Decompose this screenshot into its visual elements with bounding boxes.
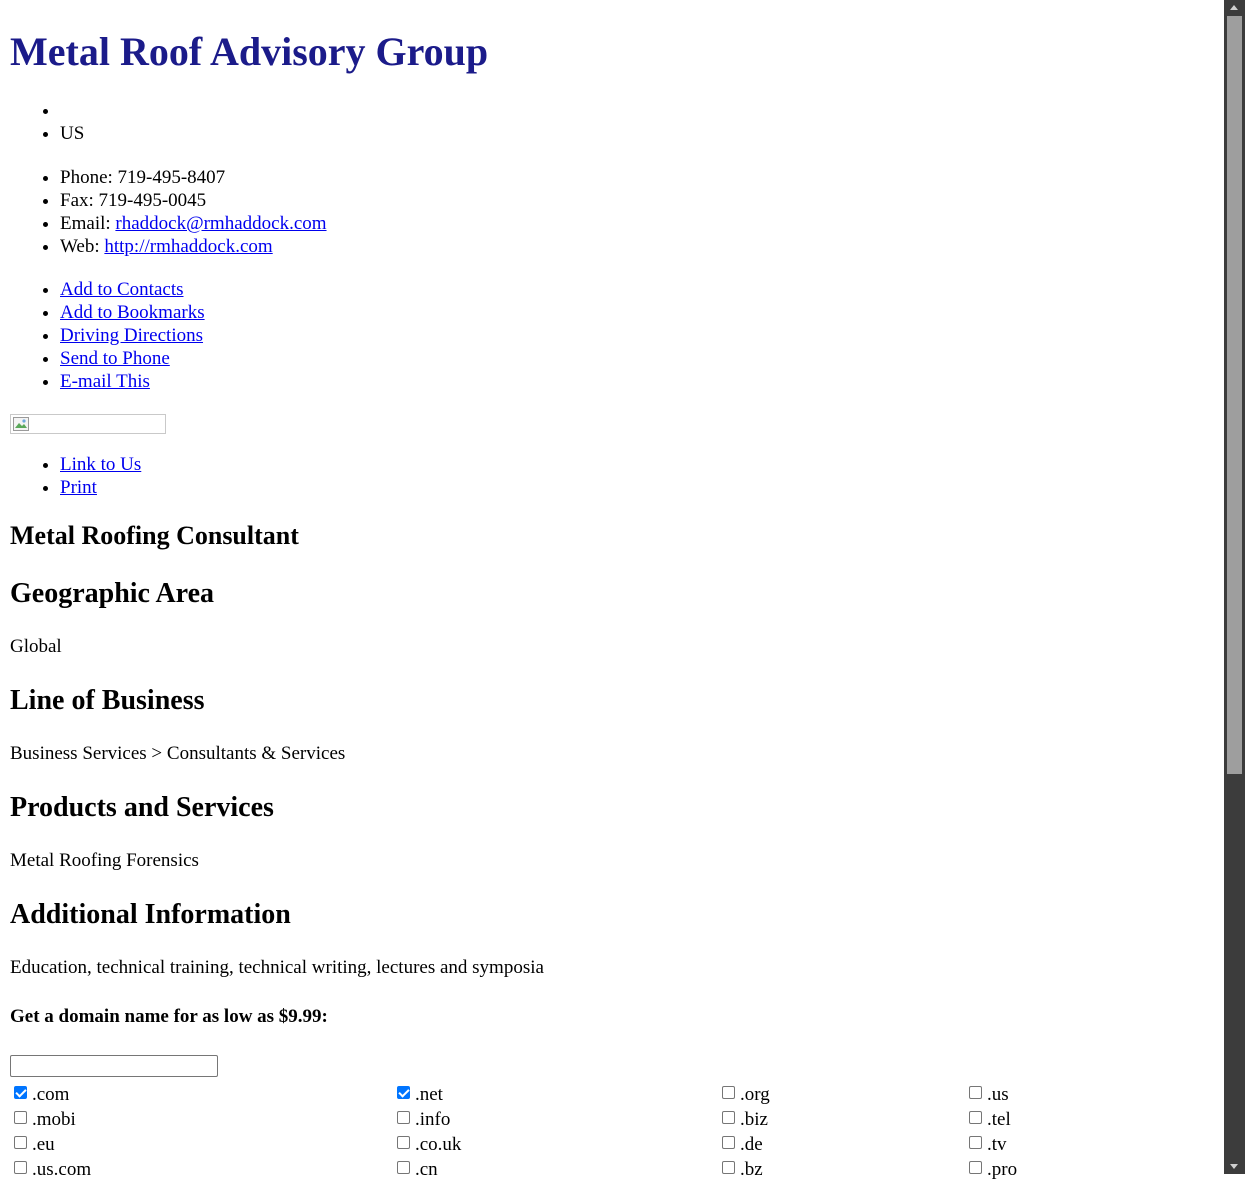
tld-option[interactable]: .mobi — [10, 1107, 76, 1132]
fax-label: Fax: — [60, 190, 99, 211]
tld-label: .info — [415, 1109, 451, 1130]
actions-list: Add to Contacts Add to Bookmarks Driving… — [10, 278, 205, 393]
tld-option[interactable]: .biz — [718, 1107, 768, 1132]
print-link[interactable]: Print — [60, 477, 97, 498]
fax-item: Fax: 719-495-0045 — [60, 189, 327, 212]
tld-label: .bz — [740, 1159, 763, 1180]
tld-checkbox[interactable] — [14, 1161, 27, 1174]
tld-label: .co.uk — [415, 1134, 462, 1155]
tld-option[interactable]: .org — [718, 1082, 770, 1107]
tld-option[interactable]: .com — [10, 1082, 69, 1107]
tld-label: .com — [32, 1084, 70, 1105]
list-item: Driving Directions — [60, 324, 205, 347]
driving-directions-link[interactable]: Driving Directions — [60, 325, 203, 346]
tld-label: .tel — [987, 1109, 1011, 1130]
phone-item: Phone: 719-495-8407 — [60, 166, 327, 189]
category-heading: Metal Roofing Consultant — [10, 521, 299, 550]
tld-checkbox[interactable] — [722, 1161, 735, 1174]
tld-label: .eu — [32, 1134, 55, 1155]
email-item: Email: rhaddock@rmhaddock.com — [60, 212, 327, 235]
tld-checkbox[interactable] — [397, 1111, 410, 1124]
line-of-business-heading: Line of Business — [10, 685, 205, 716]
tld-option[interactable]: .de — [718, 1132, 763, 1157]
scroll-down-arrow-icon[interactable] — [1230, 1164, 1238, 1169]
tld-checkbox[interactable] — [397, 1161, 410, 1174]
add-to-bookmarks-link[interactable]: Add to Bookmarks — [60, 302, 205, 323]
contact-list: Phone: 719-495-8407 Fax: 719-495-0045 Em… — [10, 166, 327, 258]
scrollbar-thumb[interactable] — [1227, 16, 1242, 774]
vertical-scrollbar[interactable] — [1224, 0, 1245, 1174]
tld-checkbox[interactable] — [969, 1161, 982, 1174]
list-item: E-mail This — [60, 370, 205, 393]
tld-option[interactable]: .tv — [965, 1132, 1007, 1157]
tld-label: .de — [740, 1134, 763, 1155]
list-item: Link to Us — [60, 453, 141, 476]
tld-label: .pro — [987, 1159, 1018, 1180]
tld-option[interactable]: .tel — [965, 1107, 1011, 1132]
products-services-heading: Products and Services — [10, 792, 274, 823]
broken-image-icon[interactable] — [10, 414, 166, 434]
web-link[interactable]: http://rmhaddock.com — [104, 236, 272, 257]
list-item: Add to Bookmarks — [60, 301, 205, 324]
tld-checkbox[interactable] — [969, 1086, 982, 1099]
tld-label: .us.com — [32, 1159, 92, 1180]
tld-checkbox[interactable] — [14, 1111, 27, 1124]
geographic-area-heading: Geographic Area — [10, 578, 215, 609]
tld-option[interactable]: .us.com — [10, 1157, 91, 1182]
tld-checkbox[interactable] — [14, 1086, 27, 1099]
tld-option[interactable]: .pro — [965, 1157, 1017, 1182]
tld-checkbox[interactable] — [969, 1111, 982, 1124]
tld-label: .us — [987, 1084, 1009, 1105]
email-this-link[interactable]: E-mail This — [60, 371, 150, 392]
tld-checkbox[interactable] — [397, 1136, 410, 1149]
phone-label: Phone: — [60, 167, 118, 188]
fax-value: 719-495-0045 — [98, 190, 207, 211]
list-item: Print — [60, 476, 141, 499]
tld-option[interactable]: .cn — [393, 1157, 438, 1182]
address-line-1 — [60, 99, 84, 122]
additional-info-text: Education, technical training, technical… — [10, 957, 544, 978]
email-link[interactable]: rhaddock@rmhaddock.com — [115, 213, 326, 234]
tld-option[interactable]: .eu — [10, 1132, 55, 1157]
list-item: Send to Phone — [60, 347, 205, 370]
add-to-contacts-link[interactable]: Add to Contacts — [60, 279, 184, 300]
tld-label: .mobi — [32, 1109, 76, 1130]
tld-label: .net — [415, 1084, 443, 1105]
tld-option[interactable]: .net — [393, 1082, 443, 1107]
tld-option[interactable]: .info — [393, 1107, 450, 1132]
line-of-business-text: Business Services > Consultants & Servic… — [10, 743, 346, 764]
tld-option[interactable]: .co.uk — [393, 1132, 461, 1157]
tld-checkbox[interactable] — [722, 1111, 735, 1124]
scroll-up-arrow-icon[interactable] — [1230, 5, 1238, 10]
tld-checkbox[interactable] — [969, 1136, 982, 1149]
tld-option[interactable]: .us — [965, 1082, 1009, 1107]
utility-links: Link to Us Print — [10, 453, 141, 499]
domain-search-heading: Get a domain name for as low as $9.99: — [10, 1006, 328, 1027]
web-label: Web: — [60, 236, 105, 257]
tld-label: .cn — [415, 1159, 438, 1180]
tld-option[interactable]: .bz — [718, 1157, 763, 1182]
domain-search-input[interactable] — [10, 1055, 218, 1077]
tld-checkbox[interactable] — [397, 1086, 410, 1099]
send-to-phone-link[interactable]: Send to Phone — [60, 348, 170, 369]
page-title: Metal Roof Advisory Group — [10, 29, 489, 74]
list-item: Add to Contacts — [60, 278, 205, 301]
phone-value: 719-495-8407 — [117, 167, 226, 188]
address-country: US — [60, 122, 84, 145]
tld-label: .tv — [987, 1134, 1007, 1155]
email-label: Email: — [60, 213, 116, 234]
geographic-area-text: Global — [10, 636, 62, 657]
tld-checkbox[interactable] — [722, 1086, 735, 1099]
tld-label: .org — [740, 1084, 770, 1105]
image-placeholder-icon — [13, 417, 29, 431]
web-item: Web: http://rmhaddock.com — [60, 235, 327, 258]
products-services-text: Metal Roofing Forensics — [10, 850, 199, 871]
additional-info-heading: Additional Information — [10, 899, 291, 930]
tld-checkbox[interactable] — [722, 1136, 735, 1149]
link-to-us-link[interactable]: Link to Us — [60, 454, 141, 475]
tld-checkbox[interactable] — [14, 1136, 27, 1149]
address-list: US — [10, 99, 84, 145]
tld-label: .biz — [740, 1109, 768, 1130]
